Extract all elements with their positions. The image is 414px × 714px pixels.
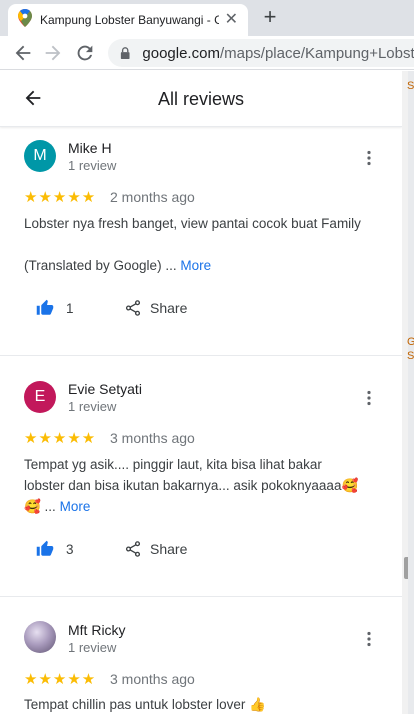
thumbs-up-icon	[36, 540, 54, 556]
close-tab-icon[interactable]: ✕	[225, 12, 238, 28]
review-card: Mft Ricky 1 review ★★★★★ 3 months ago Te…	[0, 597, 402, 714]
more-options-icon[interactable]	[360, 149, 378, 167]
map-edge[interactable]	[408, 71, 414, 714]
like-button[interactable]: 1	[36, 299, 74, 317]
reviewer-name[interactable]: Mike H	[68, 140, 112, 156]
more-link[interactable]: More	[180, 258, 211, 273]
review-count: 1 review	[68, 640, 117, 655]
tab-title: Kampung Lobster Banyuwangi - G	[40, 13, 219, 27]
browser-toolbar: google.com/maps/place/Kampung+Lobster	[0, 36, 414, 70]
review-text: Lobster nya fresh banget, view pantai co…	[24, 216, 361, 273]
avatar[interactable]: E	[24, 381, 56, 413]
map-label: S	[407, 80, 414, 92]
browser-tab-strip: Kampung Lobster Banyuwangi - G ✕ +	[0, 0, 414, 36]
browser-tab[interactable]: Kampung Lobster Banyuwangi - G ✕	[8, 4, 248, 36]
page-title: All reviews	[157, 89, 245, 109]
review-date: 3 months ago	[110, 430, 195, 446]
new-tab-icon[interactable]: +	[260, 6, 280, 28]
back-arrow-icon[interactable]	[12, 42, 34, 64]
review-card: M Mike H 1 review ★★★★★ 2 months ago Lob…	[0, 127, 402, 356]
forward-arrow-icon[interactable]	[42, 42, 64, 64]
review-text: Tempat chillin pas untuk lobster lover 👍	[24, 697, 266, 712]
more-link[interactable]: More	[60, 499, 91, 514]
panel-header: All reviews	[0, 71, 402, 127]
reviewer-name[interactable]: Evie Setyati	[68, 381, 142, 397]
lock-icon	[120, 47, 130, 60]
share-label: Share	[150, 541, 188, 557]
avatar[interactable]	[24, 621, 56, 653]
review-text: Tempat yg asik.... pinggir laut, kita bi…	[24, 457, 359, 514]
review-date: 3 months ago	[110, 671, 195, 687]
thumbs-up-icon	[36, 299, 54, 315]
reviews-panel: All reviews M Mike H 1 review ★★★★★ 2 mo…	[0, 71, 402, 714]
like-count: 3	[66, 541, 74, 557]
url-text: google.com/maps/place/Kampung+Lobster	[142, 44, 414, 62]
review-card: E Evie Setyati 1 review ★★★★★ 3 months a…	[0, 356, 402, 597]
like-count: 1	[66, 300, 74, 316]
share-icon	[125, 541, 141, 557]
share-label: Share	[150, 300, 188, 316]
share-button[interactable]: Share	[124, 299, 187, 317]
map-label: G	[407, 336, 414, 348]
like-button[interactable]: 3	[36, 540, 74, 558]
avatar[interactable]: M	[24, 140, 56, 172]
review-count: 1 review	[68, 399, 117, 414]
more-options-icon[interactable]	[360, 389, 378, 407]
review-count: 1 review	[68, 158, 117, 173]
address-bar[interactable]: google.com/maps/place/Kampung+Lobster	[108, 39, 414, 67]
maps-favicon-icon	[18, 8, 32, 32]
more-options-icon[interactable]	[360, 630, 378, 648]
star-rating: ★★★★★	[24, 189, 97, 206]
star-rating: ★★★★★	[24, 430, 97, 447]
star-rating: ★★★★★	[24, 671, 97, 688]
share-button[interactable]: Share	[124, 540, 187, 558]
map-label: S	[407, 350, 414, 362]
reviewer-name[interactable]: Mft Ricky	[68, 622, 126, 638]
reload-icon[interactable]	[74, 42, 96, 64]
review-date: 2 months ago	[110, 189, 195, 205]
share-icon	[125, 300, 141, 316]
